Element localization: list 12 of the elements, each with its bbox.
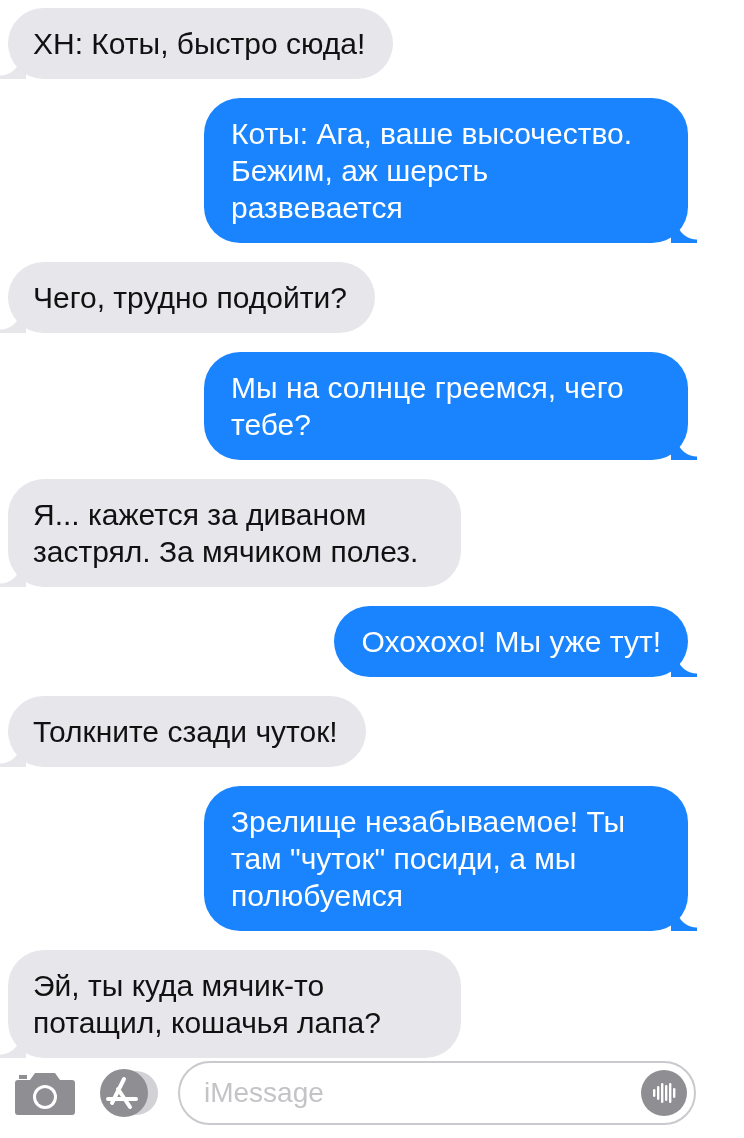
incoming-message: ХН: Коты, быстро сюда! — [0, 8, 394, 79]
outgoing-message: Мы на солнце греемся, чего тебе? — [204, 352, 697, 460]
outgoing-message: Коты: Ага, ваше высочество. Бежим, аж шерсть развевается — [204, 98, 697, 243]
message-field[interactable]: iMessage — [178, 1061, 696, 1125]
incoming-message: Толкните сзади чуток! — [0, 696, 366, 767]
waveform-icon — [651, 1082, 677, 1104]
incoming-message: Эй, ты куда мячик-то потащил, кошачья лапа? — [0, 950, 461, 1058]
camera-icon[interactable] — [14, 1070, 76, 1116]
incoming-message: Чего, трудно подойти? — [0, 262, 375, 333]
outgoing-message: Зрелище незабываемое! Ты там "чуток" посиди, а мы полюбуемся — [204, 786, 697, 931]
outgoing-message: Охохохо! Мы уже тут! — [334, 606, 697, 677]
incoming-message: Я... кажется за диваном застрял. За мячиком полез. — [0, 479, 461, 587]
